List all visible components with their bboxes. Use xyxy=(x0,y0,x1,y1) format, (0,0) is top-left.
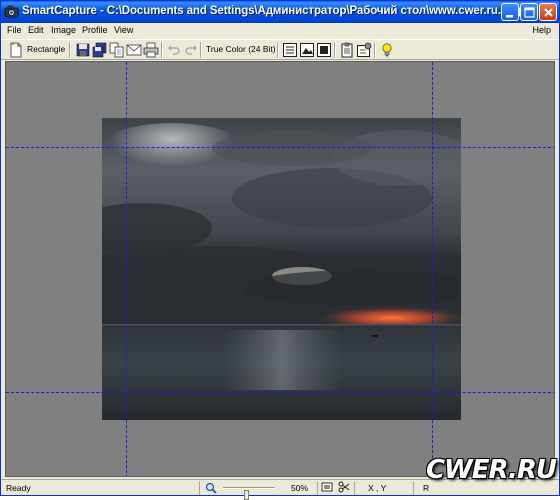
menu-edit[interactable]: Edit xyxy=(28,25,44,35)
window-title: SmartCapture - C:\Documents and Settings… xyxy=(22,5,525,17)
resize-image-icon[interactable] xyxy=(282,42,298,58)
toolbar-separator xyxy=(334,42,336,58)
status-text: Ready xyxy=(6,483,31,493)
minimize-icon xyxy=(506,15,513,18)
toolbar-separator xyxy=(69,42,71,58)
status-divider xyxy=(317,481,318,495)
copy-icon[interactable] xyxy=(109,42,125,58)
toolbar-separator xyxy=(161,42,163,58)
menu-bar: File Edit Image Profile View Help xyxy=(1,23,559,39)
color-depth-label[interactable]: True Color (24 Bit) xyxy=(206,44,276,54)
zoom-level: 50% xyxy=(291,483,309,493)
status-divider xyxy=(354,481,355,495)
status-divider xyxy=(413,481,414,495)
save-icon[interactable] xyxy=(75,42,91,58)
capture-mode-label[interactable]: Rectangle xyxy=(27,44,65,54)
toolbar-separator xyxy=(277,42,279,58)
menu-profile[interactable]: Profile xyxy=(82,25,108,35)
title-bar[interactable]: SmartCapture - C:\Documents and Settings… xyxy=(1,1,559,23)
undo-icon[interactable] xyxy=(166,42,182,58)
captured-image xyxy=(102,118,461,420)
maximize-button[interactable] xyxy=(520,3,538,21)
menu-image[interactable]: Image xyxy=(51,25,76,35)
close-icon xyxy=(544,8,553,17)
capture-guide-right[interactable] xyxy=(432,62,433,476)
smartcapture-window: SmartCapture - C:\Documents and Settings… xyxy=(0,0,560,500)
menu-file[interactable]: File xyxy=(7,25,22,35)
app-camera-icon xyxy=(4,5,19,18)
capture-guide-left[interactable] xyxy=(126,62,127,476)
image-effects-icon[interactable] xyxy=(299,42,315,58)
image-canvas[interactable] xyxy=(5,61,555,477)
crop-tool-icon[interactable] xyxy=(338,481,350,493)
menu-view[interactable]: View xyxy=(114,25,133,35)
crop-icon[interactable] xyxy=(316,42,332,58)
zoom-slider[interactable] xyxy=(223,487,275,500)
toolbar: Rectangle True Color (24 Bit) xyxy=(1,39,559,60)
zoom-slider-thumb[interactable] xyxy=(244,490,249,500)
zoom-icon[interactable] xyxy=(205,482,217,494)
watermark-logo: CWER.RU xyxy=(425,455,557,485)
fit-window-icon[interactable] xyxy=(321,481,333,493)
save-all-icon[interactable] xyxy=(92,42,108,58)
menu-help[interactable]: Help xyxy=(532,25,551,35)
toolbar-separator xyxy=(374,42,376,58)
tip-lightbulb-icon[interactable] xyxy=(379,42,395,58)
maximize-icon xyxy=(524,7,535,18)
toolbar-separator xyxy=(200,42,202,58)
status-divider xyxy=(199,481,200,495)
capture-guide-top[interactable] xyxy=(6,147,554,148)
capture-guide-bottom[interactable] xyxy=(6,392,554,393)
redo-icon[interactable] xyxy=(183,42,199,58)
clipboard-icon[interactable] xyxy=(339,42,355,58)
email-icon[interactable] xyxy=(126,42,142,58)
close-button[interactable] xyxy=(539,3,557,21)
settings-icon[interactable] xyxy=(356,42,372,58)
new-capture-icon[interactable] xyxy=(8,42,24,58)
cursor-coordinates: X , Y xyxy=(368,483,387,493)
print-icon[interactable] xyxy=(143,42,159,58)
minimize-button[interactable] xyxy=(501,3,519,21)
